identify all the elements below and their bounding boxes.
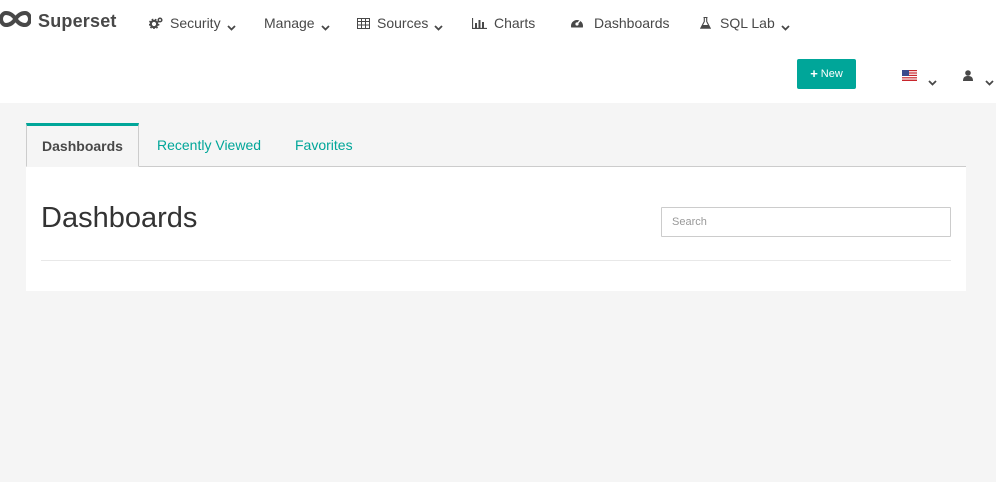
top-navbar: Superset Security Manage Sources Charts … [0,0,996,103]
chevron-down-icon [781,18,790,34]
brand-name: Superset [38,10,117,31]
dashboard-icon [570,17,584,29]
cogs-icon [149,17,163,29]
nav-manage-label: Manage [264,15,315,31]
chevron-down-icon [320,18,330,34]
nav-sql-lab-label: SQL Lab [720,15,775,31]
nav-charts-label: Charts [494,15,536,31]
nav-sql-lab[interactable]: SQL Lab [700,13,790,33]
nav-charts[interactable]: Charts [472,13,535,33]
nav-sources[interactable]: Sources [357,13,443,33]
tab-favorites[interactable]: Favorites [295,123,353,167]
nav-manage[interactable]: Manage [264,13,330,33]
new-button-label: New [820,68,843,80]
nav-sources-label: Sources [377,15,429,31]
flask-icon [700,17,711,29]
plus-icon: + [810,66,818,81]
us-flag-icon[interactable] [902,68,917,86]
infinity-logo-icon [0,8,33,35]
chevron-down-icon [226,18,236,34]
user-icon[interactable] [963,68,973,86]
chevron-down-icon [434,18,443,34]
tab-dashboards[interactable]: Dashboards [26,123,139,167]
dashboards-panel: Dashboards [26,167,966,291]
new-button[interactable]: + New [797,59,856,89]
nav-dashboards[interactable]: Dashboards [570,13,670,33]
chevron-down-icon[interactable] [985,73,994,91]
brand[interactable]: Superset [0,9,117,33]
chevron-down-icon[interactable] [928,73,937,91]
search-input[interactable] [661,207,951,237]
bar-chart-icon [472,17,487,29]
nav-security-label: Security [170,15,221,31]
tab-recently-viewed[interactable]: Recently Viewed [157,123,261,167]
nav-dashboards-label: Dashboards [594,15,670,31]
tab-bar: Dashboards Recently Viewed Favorites [26,123,966,167]
page-title: Dashboards [41,202,198,234]
divider [41,260,951,261]
table-icon [357,17,370,29]
nav-security[interactable]: Security [149,13,236,33]
